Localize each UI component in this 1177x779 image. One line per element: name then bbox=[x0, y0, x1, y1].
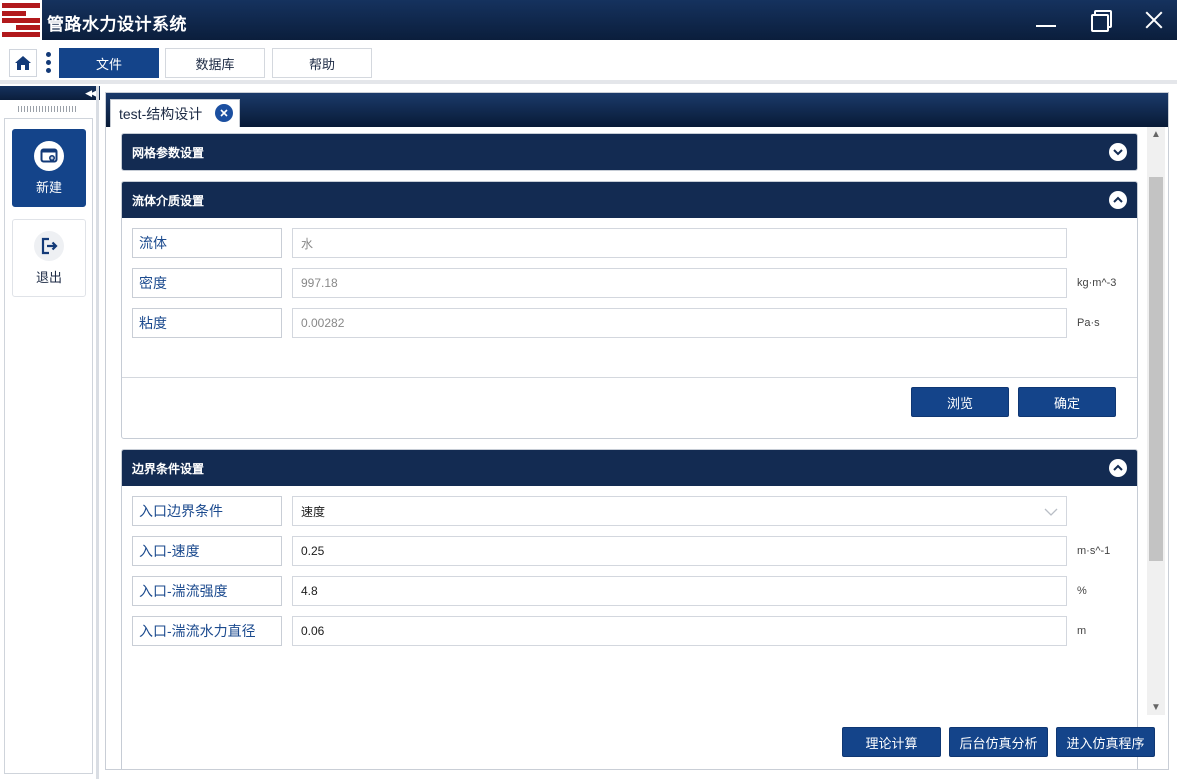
title-bar: 管路水力设计系统 bbox=[0, 0, 1177, 40]
tab-test-structure-design[interactable]: test-结构设计 bbox=[110, 99, 240, 127]
field-unit: kg·m^-3 bbox=[1077, 277, 1117, 289]
density-input[interactable]: 997.18 bbox=[292, 268, 1067, 298]
section-header[interactable]: 边界条件设置 bbox=[122, 450, 1137, 486]
viscosity-input[interactable]: 0.00282 bbox=[292, 308, 1067, 338]
scroll-thumb[interactable] bbox=[1149, 177, 1163, 561]
turbulence-intensity-row: 入口-湍流强度 4.8 % bbox=[132, 576, 1137, 606]
chevron-down-icon[interactable] bbox=[1109, 143, 1127, 161]
logout-icon bbox=[34, 230, 64, 261]
scroll-up-icon[interactable]: ▲ bbox=[1151, 129, 1161, 140]
more-menu-icon[interactable] bbox=[44, 52, 52, 74]
field-label: 入口-速度 bbox=[132, 536, 282, 566]
field-unit: % bbox=[1077, 585, 1087, 597]
content-area: 网格参数设置 流体介质设置 流体 水 密度 997.18 kg·m^-3 粘度 … bbox=[106, 127, 1168, 769]
inlet-velocity-input[interactable]: 0.25 bbox=[292, 536, 1067, 566]
enter-sim-button[interactable]: 进入仿真程序 bbox=[1056, 727, 1155, 757]
sidebar-item-label: 退出 bbox=[35, 269, 62, 285]
hydraulic-diameter-row: 入口-湍流水力直径 0.06 m bbox=[132, 616, 1137, 646]
select-value: 速度 bbox=[301, 504, 326, 519]
section-header[interactable]: 网格参数设置 bbox=[122, 134, 1137, 170]
new-file-icon bbox=[34, 140, 64, 171]
field-label: 入口-湍流强度 bbox=[132, 576, 282, 606]
tab-strip: test-结构设计 bbox=[106, 93, 1168, 127]
app-logo bbox=[0, 0, 42, 40]
menu-database[interactable]: 数据库 bbox=[165, 48, 265, 78]
section-title: 流体介质设置 bbox=[132, 193, 205, 208]
close-window-icon[interactable] bbox=[1139, 6, 1169, 34]
density-row: 密度 997.18 kg·m^-3 bbox=[132, 268, 1137, 298]
section-title: 边界条件设置 bbox=[132, 461, 205, 476]
inlet-velocity-row: 入口-速度 0.25 m·s^-1 bbox=[132, 536, 1137, 566]
sidebar-item-exit[interactable]: 退出 bbox=[12, 219, 86, 297]
section-grid-settings: 网格参数设置 bbox=[121, 133, 1138, 171]
field-label: 入口-湍流水力直径 bbox=[132, 616, 282, 646]
tab-label: test-结构设计 bbox=[119, 105, 203, 122]
theory-calc-button[interactable]: 理论计算 bbox=[842, 727, 941, 757]
left-panel-header: ◀◀ bbox=[0, 86, 100, 100]
chevron-down-icon bbox=[1044, 508, 1058, 516]
main-frame: test-结构设计 网格参数设置 流体介质设置 流体 水 密度 997.18 k… bbox=[105, 92, 1169, 770]
vertical-scrollbar[interactable]: ▲ ▼ bbox=[1147, 127, 1165, 715]
fluid-name-input[interactable]: 水 bbox=[292, 228, 1067, 258]
confirm-button[interactable]: 确定 bbox=[1018, 387, 1116, 417]
left-panel: 新建 退出 bbox=[4, 118, 93, 774]
section-divider bbox=[122, 377, 1137, 378]
field-label: 粘度 bbox=[132, 308, 282, 338]
menu-file[interactable]: 文件 bbox=[59, 48, 159, 78]
home-button[interactable] bbox=[9, 49, 37, 77]
field-label: 密度 bbox=[132, 268, 282, 298]
section-header[interactable]: 流体介质设置 bbox=[122, 182, 1137, 218]
browse-button[interactable]: 浏览 bbox=[911, 387, 1009, 417]
maximize-icon[interactable] bbox=[1085, 6, 1115, 34]
sidebar-item-label: 新建 bbox=[35, 179, 62, 195]
panel-splitter[interactable] bbox=[96, 86, 99, 779]
section-title: 网格参数设置 bbox=[132, 145, 205, 160]
field-unit: m·s^-1 bbox=[1077, 545, 1111, 557]
background-sim-button[interactable]: 后台仿真分析 bbox=[949, 727, 1048, 757]
menu-help[interactable]: 帮助 bbox=[272, 48, 372, 78]
menu-bar: 文件 数据库 帮助 bbox=[0, 40, 1177, 84]
chevron-up-icon[interactable] bbox=[1109, 459, 1127, 477]
viscosity-row: 粘度 0.00282 Pa·s bbox=[132, 308, 1137, 338]
panel-grip[interactable] bbox=[18, 106, 78, 112]
sidebar-item-new[interactable]: 新建 bbox=[12, 129, 86, 207]
chevron-up-icon[interactable] bbox=[1109, 191, 1127, 209]
app-title: 管路水力设计系统 bbox=[47, 15, 187, 34]
field-label: 流体 bbox=[132, 228, 282, 258]
section-boundary-settings: 边界条件设置 入口边界条件 速度 入口-速度 0.25 m·s^-1 入口-湍流… bbox=[121, 449, 1138, 769]
section-fluid-settings: 流体介质设置 流体 水 密度 997.18 kg·m^-3 粘度 0.00282… bbox=[121, 181, 1138, 439]
field-unit: m bbox=[1077, 625, 1087, 637]
turbulence-intensity-input[interactable]: 4.8 bbox=[292, 576, 1067, 606]
home-icon bbox=[15, 56, 31, 70]
field-unit: Pa·s bbox=[1077, 317, 1100, 329]
inlet-boundary-row: 入口边界条件 速度 bbox=[132, 496, 1137, 526]
field-label: 入口边界条件 bbox=[132, 496, 282, 526]
fluid-row: 流体 水 bbox=[132, 228, 1137, 258]
collapse-left-icon[interactable]: ◀◀ bbox=[85, 88, 97, 98]
hydraulic-diameter-input[interactable]: 0.06 bbox=[292, 616, 1067, 646]
inlet-boundary-select[interactable]: 速度 bbox=[292, 496, 1067, 526]
minimize-icon[interactable] bbox=[1031, 6, 1061, 34]
close-tab-icon[interactable] bbox=[215, 104, 233, 122]
scroll-down-icon[interactable]: ▼ bbox=[1151, 702, 1161, 713]
